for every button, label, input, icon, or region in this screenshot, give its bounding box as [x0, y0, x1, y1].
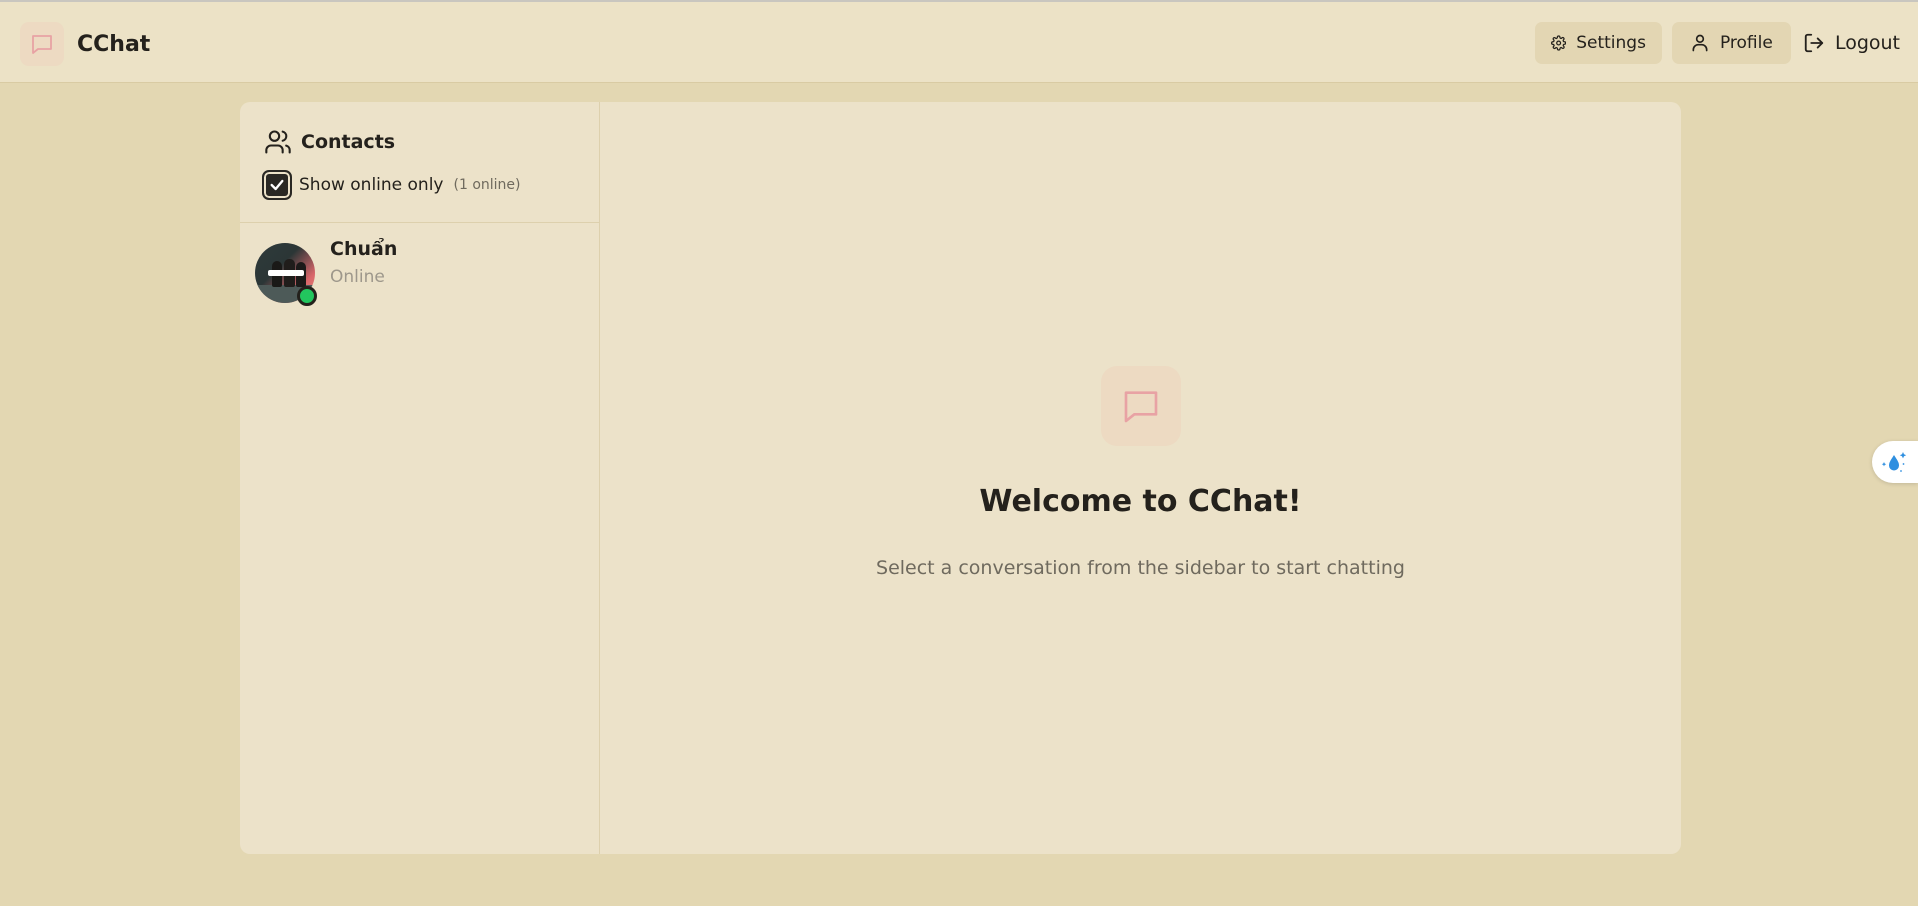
- users-icon: [265, 130, 291, 154]
- brand[interactable]: CChat: [20, 22, 150, 66]
- contact-status: Online: [330, 267, 385, 287]
- chat-placeholder: Welcome to CChat! Select a conversation …: [600, 102, 1681, 854]
- logout-icon: [1804, 33, 1824, 53]
- show-online-checkbox[interactable]: [262, 170, 292, 200]
- chat-container: Contacts Show online only (1 online) Chu…: [240, 102, 1681, 854]
- profile-button[interactable]: Profile: [1671, 22, 1791, 64]
- floating-extension-button[interactable]: [1872, 441, 1918, 483]
- app-title: CChat: [77, 31, 151, 57]
- message-square-icon: [1101, 366, 1181, 446]
- profile-label: Profile: [1719, 33, 1773, 53]
- logout-label: Logout: [1834, 32, 1900, 54]
- show-online-label: Show online only: [299, 175, 444, 195]
- contacts-title-label: Contacts: [301, 131, 396, 153]
- settings-button[interactable]: Settings: [1534, 22, 1662, 64]
- online-filter[interactable]: Show online only (1 online): [262, 170, 521, 200]
- logout-button[interactable]: Logout: [1793, 22, 1918, 64]
- user-icon: [1692, 34, 1708, 52]
- app-header: CChat Settings Profile Logout: [0, 2, 1918, 83]
- header-nav: Settings Profile Logout: [1525, 22, 1918, 64]
- settings-label: Settings: [1576, 33, 1646, 53]
- welcome-subtitle: Select a conversation from the sidebar t…: [876, 557, 1405, 579]
- online-count: (1 online): [453, 177, 521, 193]
- gear-icon: [1550, 35, 1567, 51]
- contacts-title: Contacts: [264, 128, 395, 156]
- welcome-title: Welcome to CChat!: [979, 484, 1302, 519]
- online-status-dot: [297, 286, 317, 306]
- contacts-sidebar: Contacts Show online only (1 online) Chu…: [240, 102, 600, 854]
- check-icon: [270, 179, 284, 191]
- contact-name[interactable]: Chuẩn: [330, 238, 397, 260]
- sidebar-header: Contacts Show online only (1 online): [240, 102, 599, 223]
- water-drop-sparkle-icon: [1881, 452, 1907, 472]
- message-square-icon: [20, 22, 64, 66]
- avatar: [255, 243, 317, 306]
- contact-item[interactable]: [240, 224, 599, 306]
